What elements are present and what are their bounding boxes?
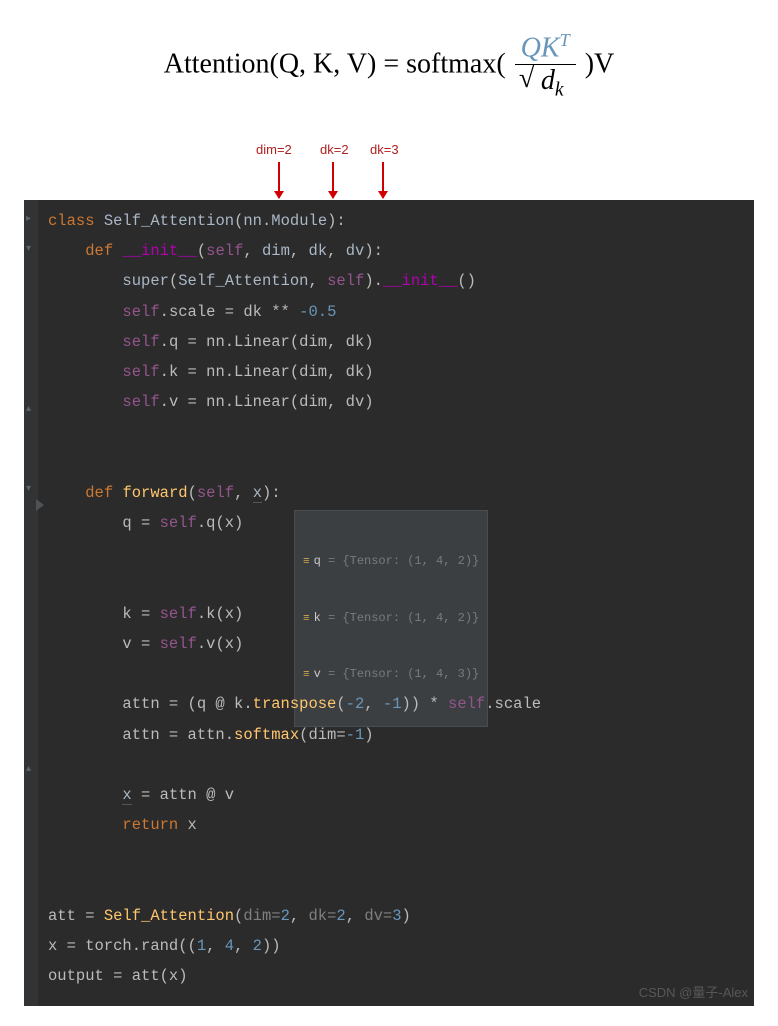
code-line[interactable]: self.q = nn.Linear(dim, dk): [48, 327, 744, 357]
code-line[interactable]: x = torch.rand((1, 4, 2)): [48, 931, 744, 961]
arrow-icon: [382, 162, 384, 198]
code-body: class Self_Attention(nn.Module): def __i…: [38, 206, 744, 992]
code-line: [48, 750, 744, 780]
frac-den-d: d: [541, 65, 555, 96]
annot-dim: dim=2: [256, 142, 292, 157]
code-line[interactable]: self.k = nn.Linear(dim, dk): [48, 357, 744, 387]
code-line[interactable]: att = Self_Attention(dim=2, dk=2, dv=3): [48, 901, 744, 931]
arrow-icon: [332, 162, 334, 198]
list-icon: ≡: [303, 556, 310, 568]
frac-num: QK: [521, 32, 560, 63]
code-line[interactable]: def forward(self, x):: [48, 478, 744, 508]
formula-rhs-suffix: )V: [585, 48, 615, 79]
arrow-icon: [278, 162, 280, 198]
hint-var: q: [314, 554, 321, 568]
code-line[interactable]: attn = attn.softmax(dim=-1): [48, 720, 744, 750]
annot-dv: dk=3: [370, 142, 399, 157]
frac-num-sup: T: [560, 30, 570, 50]
code-line[interactable]: class Self_Attention(nn.Module):: [48, 206, 744, 236]
fold-icon[interactable]: ▾: [26, 480, 36, 490]
fold-end-icon[interactable]: ▴: [26, 760, 36, 770]
code-line: [48, 417, 744, 447]
formula-lhs: Attention(Q, K, V): [164, 48, 377, 79]
code-line[interactable]: attn = (q @ k.transpose(-2, -1)) * self.…: [48, 689, 744, 719]
code-line[interactable]: return x: [48, 810, 744, 840]
code-line[interactable]: k = self.k(x): [48, 599, 744, 629]
code-line[interactable]: x = attn @ v: [48, 780, 744, 810]
code-line[interactable]: def __init__(self, dim, dk, dv):: [48, 236, 744, 266]
gutter: ▸ ▾ ▴ ▾ ▴: [24, 200, 38, 1006]
code-line: [48, 871, 744, 901]
annotation-row: dim=2 dk=2 dk=3: [0, 142, 778, 200]
watermark: CSDN @量子-Alex: [639, 980, 748, 1005]
hint-detail: = {Tensor: (1, 4, 2)}: [321, 554, 479, 568]
code-line: [48, 841, 744, 871]
formula-softmax: softmax(: [406, 48, 506, 79]
code-line[interactable]: self.v = nn.Linear(dim, dv): [48, 387, 744, 417]
fraction: QKT dk: [515, 30, 576, 102]
fold-icon[interactable]: ▾: [26, 240, 36, 250]
formula-eq: =: [383, 48, 406, 79]
code-editor: ▸ ▾ ▴ ▾ ▴ class Self_Attention(nn.Module…: [24, 200, 754, 1006]
fold-icon[interactable]: ▸: [26, 210, 36, 220]
code-line: [48, 659, 744, 689]
fold-end-icon[interactable]: ▴: [26, 400, 36, 410]
breakpoint-icon[interactable]: [36, 499, 44, 511]
hint-row: ≡ q = {Tensor: (1, 4, 2)}: [303, 552, 479, 571]
formula: Attention(Q, K, V) = softmax( QKT dk )V: [0, 0, 778, 112]
frac-den-sub: k: [555, 80, 564, 101]
code-line[interactable]: q = self.q(x) ≡q = {Tensor: (1, 4, 2)} ≡…: [48, 508, 744, 599]
code-line[interactable]: super(Self_Attention, self).__init__(): [48, 266, 744, 296]
annot-dk: dk=2: [320, 142, 349, 157]
code-line[interactable]: v = self.v(x): [48, 629, 744, 659]
code-line: [48, 448, 744, 478]
code-line[interactable]: self.scale = dk ** -0.5: [48, 297, 744, 327]
